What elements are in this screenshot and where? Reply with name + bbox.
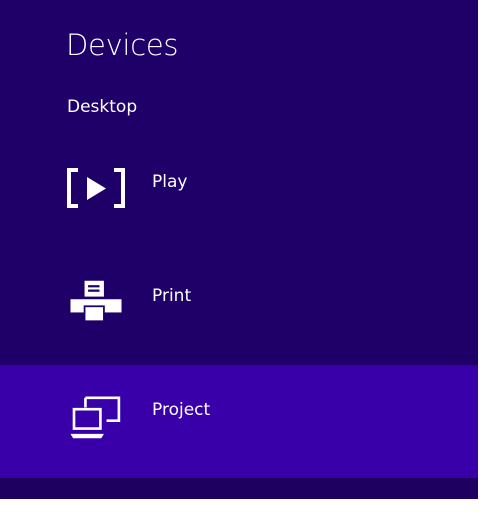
device-item-label: Project: [152, 400, 211, 420]
device-item-project[interactable]: Project: [0, 365, 478, 479]
device-item-play[interactable]: Play: [0, 128, 478, 242]
play-to-icon: [67, 168, 125, 208]
devices-charm-pane: Devices Desktop Play Print Project: [0, 0, 478, 499]
device-item-label: Print: [152, 286, 192, 306]
device-item-label: Play: [152, 172, 188, 192]
pane-title: Devices: [66, 28, 179, 62]
device-item-print[interactable]: Print: [0, 242, 478, 356]
printer-icon: [70, 280, 122, 323]
bottom-strip: [0, 478, 478, 499]
project-screens-icon: [70, 396, 121, 439]
pane-subtitle: Desktop: [67, 97, 138, 117]
